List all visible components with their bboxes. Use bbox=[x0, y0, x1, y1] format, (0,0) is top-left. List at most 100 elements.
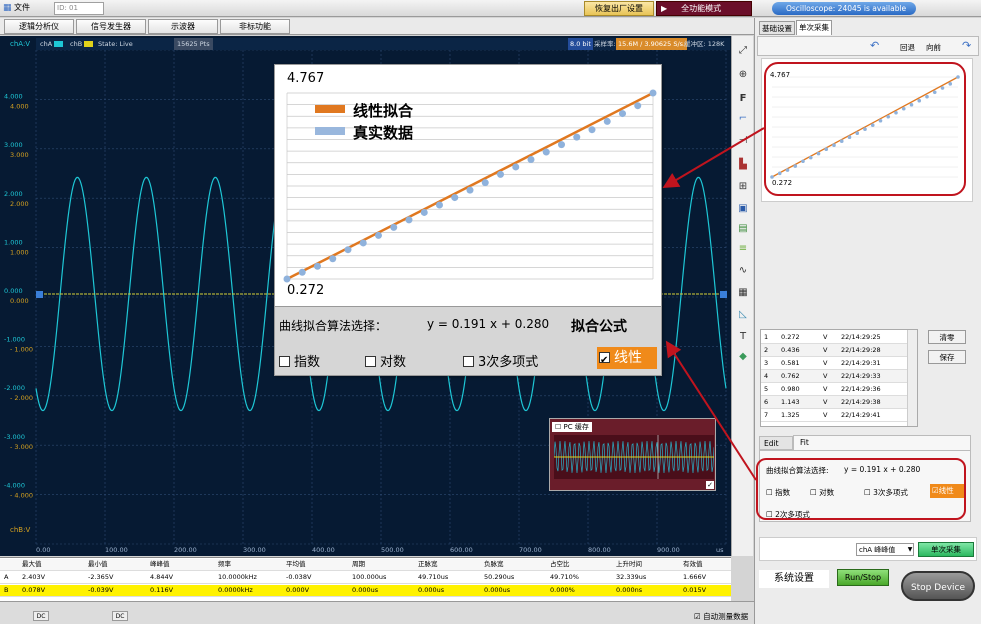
measure-cell: 最大值 bbox=[22, 560, 42, 568]
undo-icon[interactable]: ↶ bbox=[870, 39, 879, 52]
x-tick: 700.00 bbox=[519, 546, 542, 554]
y-tick-a: 3.000 bbox=[4, 141, 23, 149]
grid-icon[interactable]: ▦ bbox=[735, 286, 751, 300]
channel-a-coupling[interactable]: DC bbox=[33, 611, 49, 621]
y-tick-a: 4.000 bbox=[4, 93, 23, 101]
measure-icon[interactable]: ⊣ bbox=[735, 134, 751, 148]
scope-status-strip: chA chB State: Live 15625 Pts 8.0 bit 采样… bbox=[36, 38, 730, 50]
tab-edit[interactable]: Edit bbox=[759, 436, 793, 450]
legend-real-swatch bbox=[315, 127, 345, 135]
channel-b-coupling[interactable]: DC bbox=[112, 611, 128, 621]
run-stop-button[interactable]: Run/Stop bbox=[837, 569, 889, 586]
table-cell: V bbox=[823, 346, 828, 354]
restore-factory-button[interactable]: 恢复出厂设置 bbox=[584, 1, 654, 16]
option-log[interactable]: 对数 bbox=[365, 351, 406, 370]
table-cell: 0.436 bbox=[781, 346, 800, 354]
bottom-bar: DC DC ☑ 自动测量数据 bbox=[0, 601, 754, 624]
cha-color-swatch bbox=[54, 41, 63, 47]
tag-icon[interactable]: ◆ bbox=[735, 350, 751, 364]
option-poly3[interactable]: 3次多项式 bbox=[463, 351, 538, 370]
color-icon[interactable]: ≡ bbox=[735, 242, 751, 256]
option-exp[interactable]: 指数 bbox=[279, 351, 320, 370]
data-point bbox=[573, 133, 581, 141]
data-point bbox=[588, 126, 596, 134]
measure-row-a: A 2.403V -2.365V 4.844V 10.0000kHz -0.038V 100… bbox=[0, 572, 731, 584]
auto-measure-toggle[interactable]: ☑ 自动测量数据 bbox=[694, 611, 748, 622]
measure-cell: 0.015V bbox=[683, 586, 707, 594]
measure-cell: -2.365V bbox=[88, 573, 114, 581]
tab-oscilloscope[interactable]: 示波器 bbox=[148, 19, 218, 34]
save-icon[interactable]: ▣ bbox=[735, 202, 751, 216]
histogram-icon[interactable]: ▙ bbox=[735, 158, 751, 172]
fft-icon[interactable]: F bbox=[735, 92, 751, 106]
table-cell: V bbox=[823, 398, 828, 406]
table-cell: 3 bbox=[764, 359, 769, 367]
measure-cell: 49.710us bbox=[418, 573, 449, 581]
measure-cell: 32.339us bbox=[616, 573, 647, 581]
checkbox-checked-icon bbox=[599, 350, 610, 372]
pc-cache-wave bbox=[554, 435, 714, 479]
stop-device-button[interactable]: Stop Device bbox=[901, 571, 975, 601]
table-cell: 0.272 bbox=[781, 333, 800, 341]
measure-cell: 49.710% bbox=[550, 573, 579, 581]
fit-screen-icon[interactable]: ⤢ bbox=[735, 44, 751, 58]
tab-nonstandard[interactable]: 非标功能 bbox=[220, 19, 290, 34]
fit-chart-ymax: 4.767 bbox=[287, 71, 325, 86]
tab-logic-analyzer[interactable]: 逻辑分析仪 bbox=[4, 19, 74, 34]
tab-basic-settings[interactable]: 基础设置 bbox=[759, 21, 795, 35]
measure-cell: 占空比 bbox=[550, 560, 570, 568]
tab-fit[interactable]: Fit bbox=[793, 435, 971, 450]
clear-button[interactable]: 清零 bbox=[928, 330, 966, 344]
y-tick-b: 0.000 bbox=[10, 297, 29, 305]
pc-cache-corner-check[interactable]: ✓ bbox=[706, 481, 714, 489]
redo-label[interactable]: 向前 bbox=[926, 42, 941, 53]
function-tabs: 逻辑分析仪 信号发生器 示波器 非标功能 bbox=[0, 18, 754, 35]
checkbox-icon bbox=[279, 356, 290, 367]
table-row[interactable]: 3 0.581 V 22/14:29:31 bbox=[761, 357, 907, 370]
single-capture-button[interactable]: 单次采集 bbox=[918, 542, 974, 557]
y-tick-a: -2.000 bbox=[4, 384, 25, 392]
checkbox-checked-icon: ☑ bbox=[694, 612, 701, 621]
chb-color-swatch bbox=[84, 41, 93, 47]
undo-label[interactable]: 回退 bbox=[900, 42, 915, 53]
table-row[interactable]: 5 0.980 V 22/14:29:36 bbox=[761, 383, 907, 396]
data-point bbox=[283, 275, 291, 283]
channel-a-marker-right bbox=[720, 291, 727, 298]
image-icon[interactable]: ▤ bbox=[735, 222, 751, 236]
data-point bbox=[314, 262, 321, 270]
tab-signal-generator[interactable]: 信号发生器 bbox=[76, 19, 146, 34]
data-point bbox=[634, 102, 642, 110]
pc-cache-checkbox[interactable]: ☐ PC 缓存 bbox=[552, 422, 592, 432]
table-row[interactable]: 1 0.272 V 22/14:29:25 bbox=[761, 331, 907, 344]
data-point bbox=[344, 246, 352, 254]
math-icon[interactable]: ⊞ bbox=[735, 180, 751, 194]
zoom-icon[interactable]: ⊕ bbox=[735, 68, 751, 82]
table-row[interactable]: 2 0.436 V 22/14:29:28 bbox=[761, 344, 907, 357]
data-point bbox=[466, 186, 474, 194]
full-mode-button[interactable]: ▶ 全功能模式 bbox=[656, 1, 752, 16]
table-cell: 0.581 bbox=[781, 359, 800, 367]
update-notice[interactable]: Oscilloscope: 24045 is available bbox=[772, 2, 916, 15]
cursor-icon[interactable]: ⌐ bbox=[735, 112, 751, 126]
table-scrollbar[interactable] bbox=[907, 330, 917, 426]
option-linear[interactable]: 线性 bbox=[597, 347, 657, 372]
save-button[interactable]: 保存 bbox=[928, 350, 966, 364]
table-row[interactable]: 7 1.325 V 22/14:29:41 bbox=[761, 409, 907, 422]
redo-icon[interactable]: ↷ bbox=[962, 39, 971, 52]
waveform-icon[interactable]: ∿ bbox=[735, 264, 751, 278]
text-icon[interactable]: T bbox=[735, 330, 751, 344]
tab-single-capture[interactable]: 单次采集 bbox=[796, 20, 832, 35]
system-settings-button[interactable]: 系统设置 bbox=[759, 570, 829, 588]
file-menu[interactable]: 文件 bbox=[14, 2, 30, 14]
device-id-select[interactable]: ID: 01 bbox=[54, 2, 104, 15]
table-row[interactable]: 4 0.762 V 22/14:29:33 bbox=[761, 370, 907, 383]
ruler-icon[interactable]: ◺ bbox=[735, 308, 751, 322]
table-cell: V bbox=[823, 359, 828, 367]
capture-data-table[interactable]: 1 0.272 V 22/14:29:25 2 0.436 V 22/14:29:28 3 0.5… bbox=[760, 329, 918, 427]
chevron-down-icon[interactable]: ▼ bbox=[906, 543, 914, 556]
table-row[interactable]: 6 1.143 V 22/14:29:38 bbox=[761, 396, 907, 409]
fit-chart-ymin: 0.272 bbox=[287, 283, 325, 298]
table-cell: 22/14:29:25 bbox=[841, 333, 881, 341]
table-cell: 1.143 bbox=[781, 398, 800, 406]
legend-real-label: 真实数据 bbox=[353, 124, 414, 142]
